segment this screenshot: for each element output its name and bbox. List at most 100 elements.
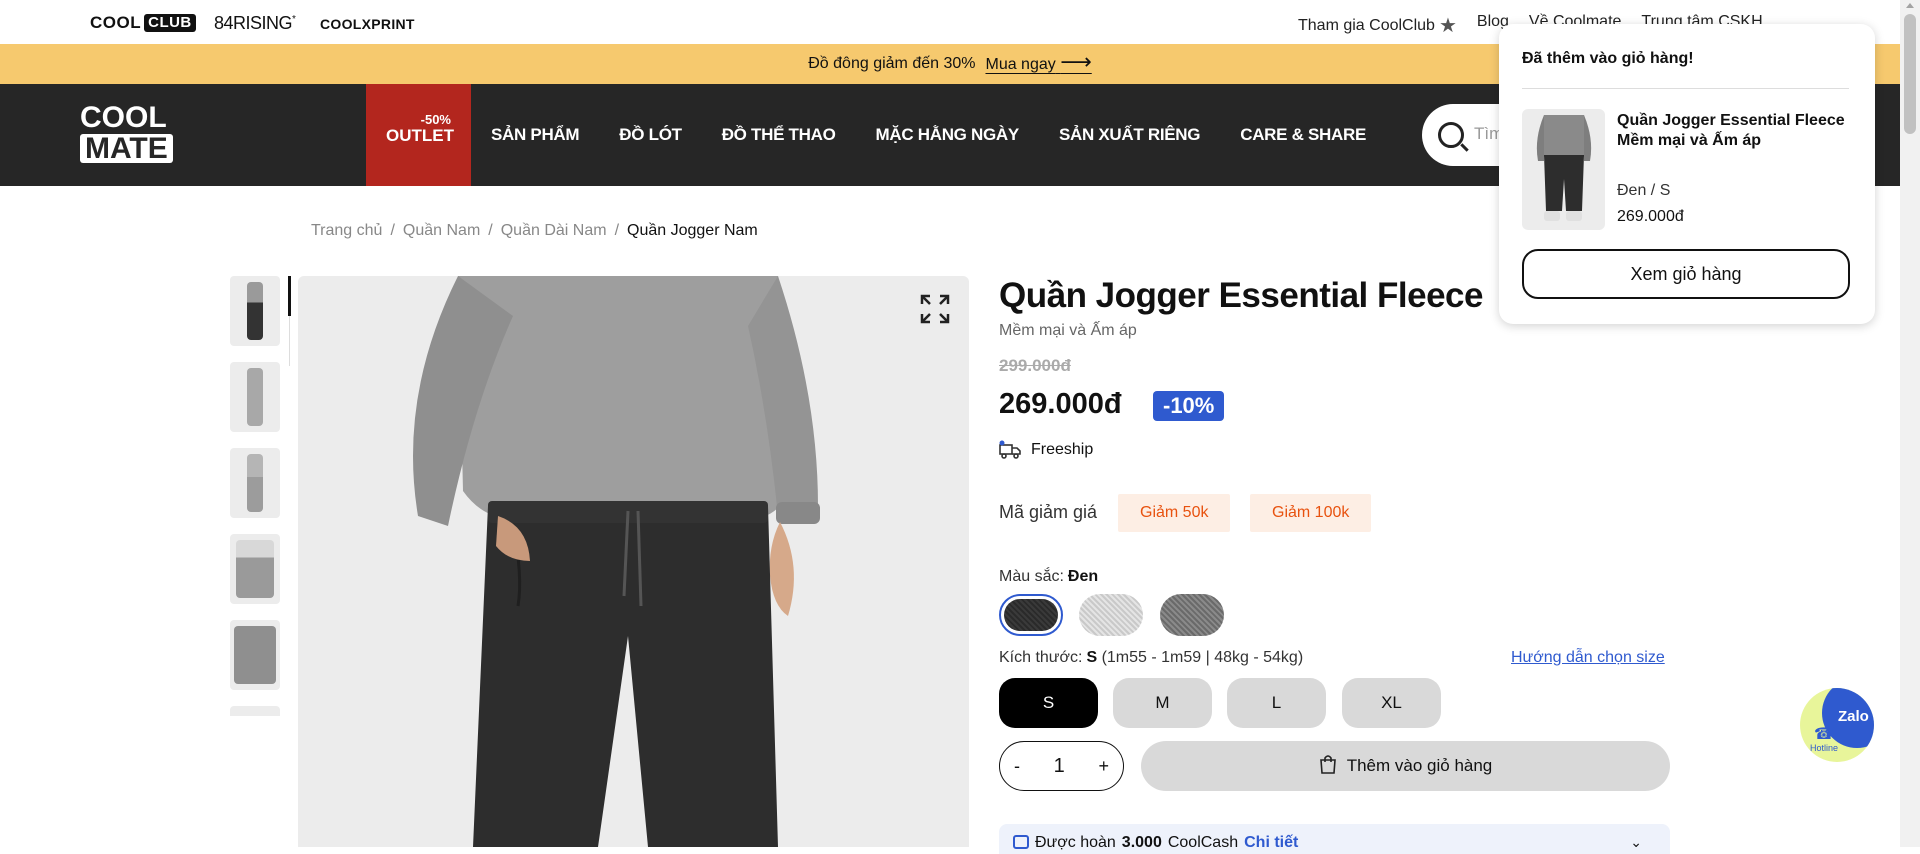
84rising-brand-link[interactable]: 84RISING* [214, 13, 296, 34]
cashback-amount: 3.000 [1121, 834, 1162, 851]
nav-item-custom-production[interactable]: SẢN XUẤT RIÊNG [1039, 84, 1220, 186]
nav-item-underwear[interactable]: ĐỒ LÓT [599, 84, 701, 186]
discount-badge: -10% [1153, 391, 1225, 421]
add-to-cart-button[interactable]: Thêm vào giỏ hàng [1141, 741, 1670, 791]
nav-item-care-share[interactable]: CARE & SHARE [1220, 84, 1386, 186]
breadcrumb-men-pants[interactable]: Quần Nam [403, 222, 480, 240]
coupon-label: Mã giảm giá [999, 502, 1098, 522]
thumbnail-3[interactable] [230, 448, 280, 518]
coolclub-brand-club: CLUB [144, 14, 196, 32]
coupon-100k[interactable]: Giảm 100k [1250, 494, 1372, 532]
add-to-cart-label: Thêm vào giỏ hàng [1346, 756, 1493, 775]
logo-cool: COOL [80, 101, 167, 134]
breadcrumb-men-long-pants[interactable]: Quần Dài Nam [501, 222, 607, 240]
quantity-decrease-button[interactable]: - [1014, 756, 1020, 777]
color-swatch-dark-gray[interactable] [1160, 594, 1224, 636]
breadcrumb-separator: / [614, 222, 620, 239]
product-title: Quần Jogger Essential Fleece [999, 276, 1483, 315]
thumbnail-4[interactable] [230, 534, 280, 604]
quantity-value[interactable]: 1 [1054, 755, 1065, 778]
breadcrumb-home[interactable]: Trang chủ [311, 222, 382, 240]
popup-divider [1522, 88, 1849, 89]
coolxprint-brand-link[interactable]: COOLXPRINT [320, 16, 415, 32]
search-icon [1438, 122, 1464, 148]
cashback-prefix: Được hoàn [1035, 834, 1116, 851]
popup-product-name[interactable]: Quần Jogger Essential Fleece Mềm mại và … [1617, 111, 1847, 151]
size-guide-link[interactable]: Hướng dẫn chọn size [1511, 649, 1665, 667]
view-cart-button[interactable]: Xem giỏ hàng [1522, 249, 1850, 299]
expand-icon[interactable] [920, 294, 950, 324]
selected-color: Đen [1067, 568, 1099, 585]
thumbnail-2[interactable] [230, 362, 280, 432]
size-option-l[interactable]: L [1227, 678, 1326, 728]
popup-product-photo [1536, 115, 1592, 221]
hotline-label: Hotline [1810, 743, 1839, 753]
thumbnail-5[interactable] [230, 620, 280, 690]
thumbnail-list [230, 276, 282, 716]
added-to-cart-popup: Đã thêm vào giỏ hàng! Quần Jogger Essent… [1499, 24, 1875, 324]
scrollbar-thumb[interactable] [1904, 14, 1916, 134]
join-coolclub-link[interactable]: Tham gia CoolClub ★ [1298, 13, 1457, 38]
coolmate-logo[interactable]: COOL MATE [80, 101, 175, 164]
coupon-50k[interactable]: Giảm 50k [1118, 494, 1231, 532]
product-photo [413, 276, 820, 847]
nav-menu: -50% OUTLET SẢN PHẨM ĐỒ LÓT ĐỒ THỂ THAO … [366, 84, 1386, 186]
size-label-text: Kích thước: [999, 649, 1083, 666]
chevron-down-icon[interactable]: ⌄ [1630, 834, 1642, 851]
popup-product-image [1522, 109, 1605, 230]
promo-shop-now-label: Mua ngay [985, 56, 1056, 73]
coolclub-brand-cool: COOL [90, 13, 142, 32]
freeship-label: Freeship [1031, 441, 1094, 458]
promo-shop-now-link[interactable]: Mua ngay ⟶ [985, 51, 1091, 74]
quantity-increase-button[interactable]: + [1098, 756, 1109, 777]
popup-title: Đã thêm vào giỏ hàng! [1522, 50, 1694, 67]
zalo-label: Zalo [1838, 708, 1869, 725]
coolclub-brand-link[interactable]: COOL CLUB [90, 13, 196, 33]
color-label: Màu sắc: Đen [999, 568, 1098, 586]
thumbnail-6[interactable] [230, 706, 280, 716]
sale-price: 269.000đ [999, 388, 1122, 420]
product-main-image[interactable] [298, 276, 969, 847]
nav-item-everyday[interactable]: MẶC HẰNG NGÀY [856, 84, 1039, 186]
phone-icon: ☎ [1814, 726, 1834, 743]
color-swatch-light-gray[interactable] [1079, 594, 1143, 636]
color-swatch-black[interactable] [999, 594, 1063, 636]
84rising-brand-text: 84RISING [214, 13, 293, 33]
star-icon: ★ [1438, 15, 1457, 37]
breadcrumb-current: Quần Jogger Nam [627, 222, 758, 239]
original-price: 299.000đ [999, 356, 1071, 375]
quantity-stepper: - 1 + [999, 741, 1124, 791]
selected-size: S [1086, 649, 1098, 666]
size-option-s[interactable]: S [999, 678, 1098, 728]
nav-item-sportswear[interactable]: ĐỒ THỂ THAO [702, 84, 856, 186]
join-coolclub-label: Tham gia CoolClub [1298, 17, 1435, 34]
shopping-bag-icon [1319, 754, 1337, 779]
thumbnail-1[interactable] [230, 276, 280, 346]
page-scrollbar[interactable] [1900, 0, 1920, 847]
truck-icon [999, 440, 1021, 460]
promo-text: Đồ đông giảm đến 30% [808, 55, 976, 72]
outlet-discount-badge: -50% [420, 112, 451, 127]
breadcrumb-separator: / [390, 222, 395, 239]
breadcrumb-separator: / [488, 222, 493, 239]
nav-item-outlet[interactable]: -50% OUTLET [366, 84, 471, 186]
size-detail: (1m55 - 1m59 | 48kg - 54kg) [1101, 649, 1304, 666]
popup-product-price: 269.000đ [1617, 208, 1684, 225]
nav-item-products[interactable]: SẢN PHẨM [471, 84, 599, 186]
popup-product-variant: Đen / S [1617, 182, 1671, 199]
logo-mate: MATE [80, 134, 173, 164]
cashback-unit: CoolCash [1167, 834, 1239, 851]
breadcrumb: Trang chủ / Quần Nam / Quần Dài Nam / Quần … [311, 222, 758, 240]
size-label: Kích thước: S (1m55 - 1m59 | 48kg - 54kg) [999, 649, 1303, 667]
color-label-text: Màu sắc: [999, 568, 1064, 585]
freeship-info: Freeship [999, 440, 1093, 460]
cashback-details-link[interactable]: Chi tiết [1244, 834, 1298, 851]
cashback-info: Được hoàn 3.000 CoolCash Chi tiết ⌄ [999, 824, 1670, 854]
thumbnail-scroll-track [289, 316, 290, 366]
scroll-up-arrow-icon[interactable] [1906, 3, 1914, 8]
zalo-hotline-widget[interactable]: Zalo ☎ Hotline [1800, 688, 1874, 762]
outlet-label: OUTLET [386, 126, 454, 145]
arrow-right-icon: ⟶ [1060, 49, 1092, 74]
size-option-xl[interactable]: XL [1342, 678, 1441, 728]
size-option-m[interactable]: M [1113, 678, 1212, 728]
